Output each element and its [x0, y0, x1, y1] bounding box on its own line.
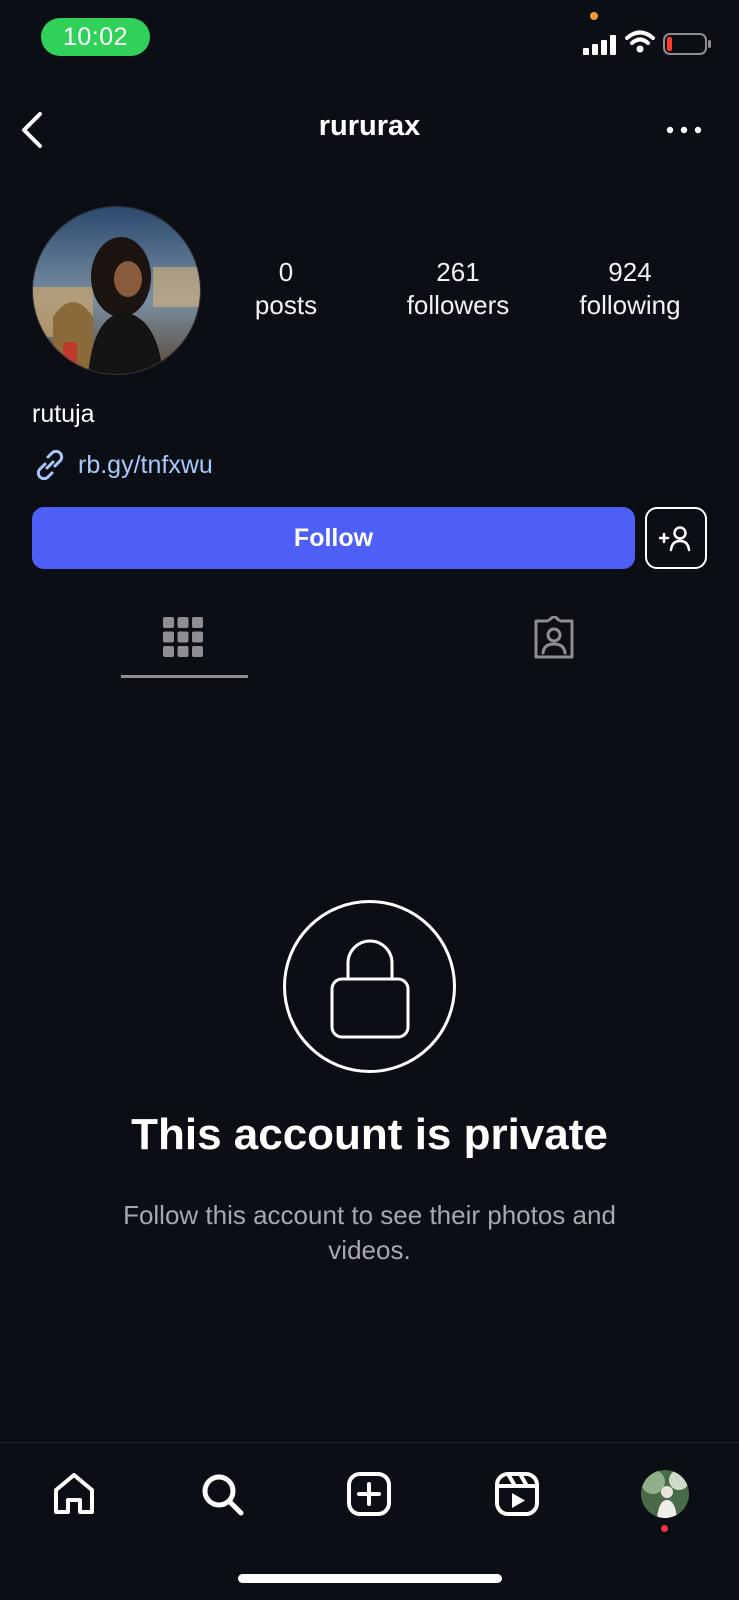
bottom-nav-divider	[0, 1442, 739, 1443]
mic-indicator-dot	[590, 12, 598, 20]
tagged-person-icon	[534, 616, 574, 659]
add-person-icon	[659, 526, 691, 552]
profile-username: rururax	[318, 110, 421, 142]
nav-reels[interactable]	[491, 1468, 543, 1520]
lock-icon	[330, 939, 410, 1039]
tab-tagged[interactable]	[490, 600, 618, 680]
nav-create[interactable]	[343, 1468, 395, 1520]
posts-count: 0	[278, 257, 294, 287]
private-account-title: This account is private	[131, 1110, 608, 1159]
home-icon	[54, 1473, 94, 1514]
search-icon	[202, 1474, 244, 1516]
status-time: 10:02	[41, 18, 150, 56]
follow-button[interactable]: Follow	[32, 507, 635, 569]
signal-icon	[583, 35, 616, 55]
display-name: rutuja	[32, 400, 95, 428]
bio-link[interactable]: rb.gy/tnfxwu	[32, 447, 213, 483]
stat-following[interactable]: 924 following	[560, 256, 700, 322]
nav-home[interactable]	[48, 1468, 100, 1520]
home-indicator	[238, 1574, 502, 1583]
followers-count: 261	[436, 257, 480, 287]
nav-search[interactable]	[196, 1468, 248, 1520]
avatar	[33, 207, 200, 374]
battery-icon	[663, 33, 711, 55]
screen: 10:02 rururax 0 posts 261 followers 924 …	[0, 0, 739, 1600]
profile-avatar[interactable]	[32, 206, 201, 375]
reels-icon	[495, 1472, 539, 1516]
tab-grid[interactable]	[120, 600, 248, 680]
stat-posts: 0 posts	[236, 256, 336, 322]
posts-label: posts	[254, 290, 318, 320]
private-account-subtitle: Follow this account to see their photos …	[123, 1200, 616, 1265]
bio-link-text: rb.gy/tnfxwu	[78, 450, 213, 479]
link-icon	[36, 449, 64, 481]
more-options-button[interactable]	[664, 118, 704, 142]
avatar	[641, 1470, 689, 1518]
suggested-accounts-button[interactable]	[645, 507, 707, 569]
stat-followers[interactable]: 261 followers	[392, 256, 524, 322]
following-label: following	[579, 290, 681, 320]
grid-icon	[163, 617, 203, 657]
selected-tab-indicator	[121, 675, 248, 678]
nav-profile[interactable]	[639, 1468, 691, 1520]
plus-square-icon	[347, 1472, 391, 1516]
notification-dot	[661, 1525, 668, 1532]
followers-label: followers	[406, 290, 510, 320]
lock-badge	[283, 900, 456, 1073]
following-count: 924	[608, 257, 652, 287]
wifi-icon	[625, 30, 655, 53]
